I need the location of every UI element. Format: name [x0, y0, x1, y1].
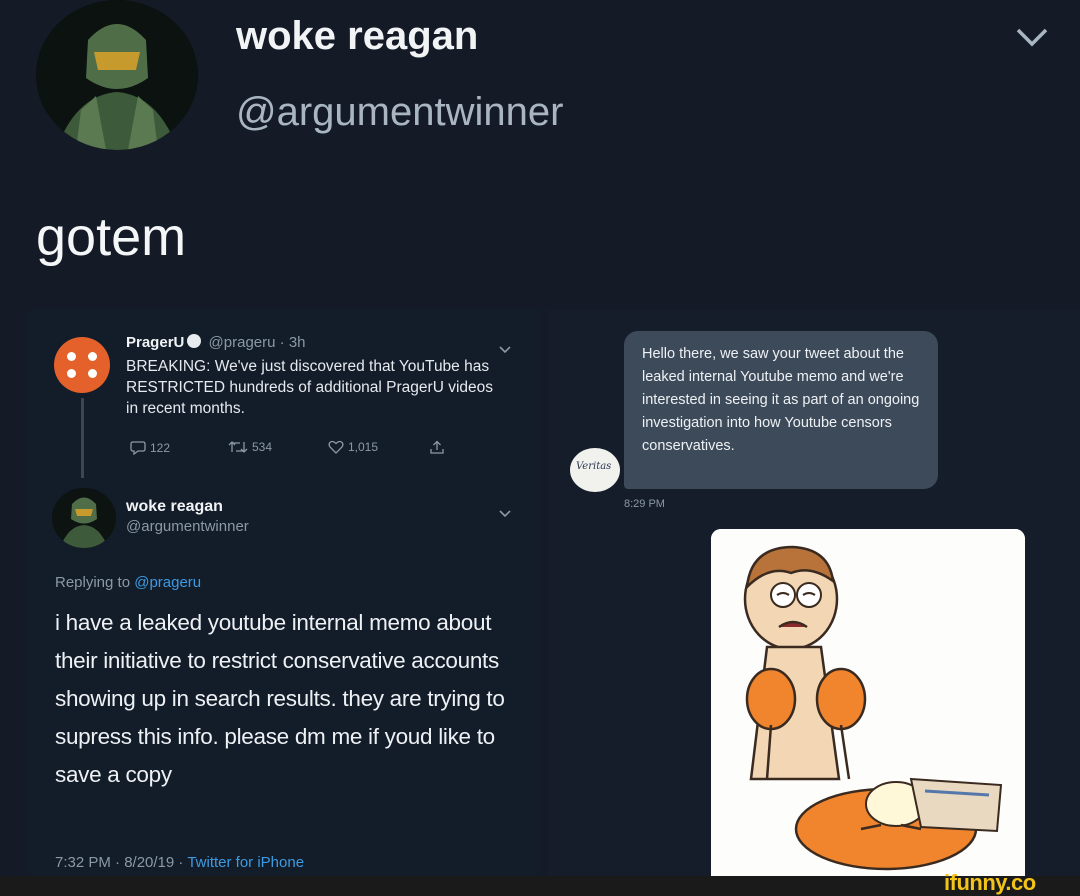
replying-to-label: Replying to — [55, 574, 131, 591]
quoted-tweet-age: 3h — [288, 334, 306, 351]
footer-bar — [0, 876, 1080, 896]
author-name[interactable]: woke reagan — [236, 14, 478, 59]
reply-icon — [130, 441, 146, 455]
dm-timestamp: 8:29 PM — [624, 498, 665, 510]
heart-icon — [328, 440, 344, 454]
reply-count: 122 — [150, 440, 171, 455]
thread-line — [81, 398, 84, 478]
like-count: 1,015 — [348, 440, 379, 454]
dm-message-bubble: Hello there, we saw your tweet about the… — [624, 331, 938, 489]
like-action[interactable]: 1,015 — [328, 440, 378, 454]
verified-badge-icon — [187, 334, 202, 348]
reply-author-handle[interactable]: @argumentwinner — [126, 518, 249, 535]
retweet-count: 534 — [252, 440, 273, 454]
quoted-author-name[interactable]: PragerU — [126, 334, 184, 351]
tweet-text: gotem — [36, 207, 187, 267]
quoted-author-handle[interactable]: @prageru — [209, 334, 276, 351]
reply-timestamp[interactable]: 7:32 PM · 8/20/19 · — [55, 854, 183, 871]
dm-sender-avatar-text: Veritas — [576, 461, 612, 472]
separator-dot: · — [279, 334, 285, 351]
ifunny-watermark: ifunny.co — [944, 870, 1036, 895]
chevron-down-icon[interactable] — [498, 506, 512, 518]
dm-sender-avatar[interactable]: Veritas — [570, 448, 620, 492]
chevron-down-icon[interactable] — [1012, 22, 1052, 52]
replying-to-handle[interactable]: @prageru — [134, 574, 201, 591]
chevron-down-icon[interactable] — [498, 342, 512, 354]
reply-tweet-text: i have a leaked youtube internal memo ab… — [55, 610, 505, 787]
reply-author-name[interactable]: woke reagan — [126, 498, 223, 516]
reaction-image[interactable] — [711, 529, 1025, 877]
retweet-action[interactable]: 534 — [228, 440, 272, 454]
reply-tweet-meta: 7:32 PM · 8/20/19 · Twitter for iPhone — [55, 854, 304, 871]
quoted-tweet-header: PragerU @prageru · 3h — [126, 334, 306, 351]
replying-to: Replying to @prageru — [55, 574, 201, 591]
reply-source[interactable]: Twitter for iPhone — [187, 854, 304, 871]
share-action[interactable] — [430, 440, 444, 455]
reply-author-avatar[interactable] — [52, 488, 116, 548]
quoted-tweet-text: BREAKING: We've just discovered that You… — [126, 358, 494, 417]
author-handle[interactable]: @argumentwinner — [236, 90, 563, 135]
retweet-icon — [228, 441, 248, 453]
share-icon — [430, 440, 444, 454]
reply-action[interactable]: 122 — [130, 440, 170, 455]
prageru-avatar[interactable] — [54, 337, 110, 393]
author-avatar[interactable] — [36, 0, 198, 150]
